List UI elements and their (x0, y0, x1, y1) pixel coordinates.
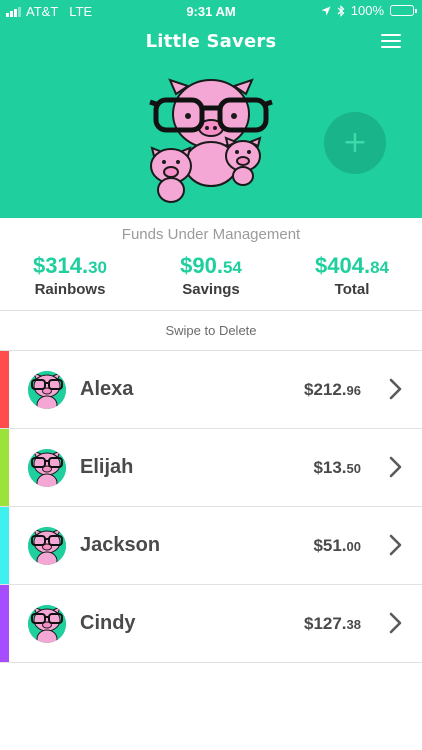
child-balance: $13.50 (313, 458, 361, 477)
child-color-stripe (0, 585, 9, 662)
battery-percent: 100% (350, 3, 384, 18)
chevron-right-icon (389, 534, 402, 556)
child-balance: $127.38 (303, 614, 361, 633)
pig-mascot-logo (149, 78, 273, 203)
chevron-right-icon (389, 378, 402, 400)
add-child-button[interactable]: + (324, 112, 386, 174)
child-balance: $51.00 (313, 536, 361, 555)
pig-avatar-icon (28, 371, 66, 409)
child-color-stripe (0, 507, 9, 584)
pig-avatar-icon (28, 527, 66, 565)
app-title: Little Savers (145, 31, 277, 52)
child-color-stripe (0, 429, 9, 506)
battery-icon (390, 5, 417, 16)
hamburger-menu-icon[interactable] (381, 34, 401, 48)
fund-savings: $90.54 Savings (141, 253, 281, 298)
swipe-to-delete-hint: Swipe to Delete (165, 323, 257, 338)
child-name: Jackson (80, 534, 161, 556)
fund-amount: $314.30 (33, 253, 107, 278)
fund-rainbows: $314.30 Rainbows (0, 253, 140, 298)
child-row-elijah[interactable]: Elijah $13.50 (0, 429, 422, 507)
funds-title: Funds Under Management (121, 226, 301, 243)
app-header: AT&T LTE 9:31 AM 100% Little Savers + (0, 0, 422, 218)
child-name: Elijah (80, 456, 134, 478)
fund-label: Rainbows (34, 281, 106, 298)
child-name: Cindy (80, 612, 136, 634)
child-balance: $212.96 (303, 380, 361, 399)
bluetooth-icon (337, 4, 345, 17)
child-row-jackson[interactable]: Jackson $51.00 (0, 507, 422, 585)
divider (0, 310, 422, 311)
plus-icon: + (342, 125, 368, 160)
child-row-alexa[interactable]: Alexa $212.96 (0, 351, 422, 429)
fund-amount: $404.84 (315, 253, 389, 278)
pig-avatar-icon (28, 605, 66, 643)
fund-total: $404.84 Total (282, 253, 422, 298)
pig-avatar-icon (28, 449, 66, 487)
status-bar: AT&T LTE 9:31 AM 100% (0, 0, 422, 22)
status-right: 100% (321, 3, 417, 18)
child-row-cindy[interactable]: Cindy $127.38 (0, 585, 422, 663)
child-color-stripe (0, 351, 9, 428)
location-arrow-icon (321, 6, 331, 15)
fund-amount: $90.54 (180, 253, 242, 278)
fund-label: Savings (182, 281, 240, 298)
child-name: Alexa (80, 378, 134, 400)
fund-label: Total (334, 281, 370, 298)
chevron-right-icon (389, 612, 402, 634)
chevron-right-icon (389, 456, 402, 478)
